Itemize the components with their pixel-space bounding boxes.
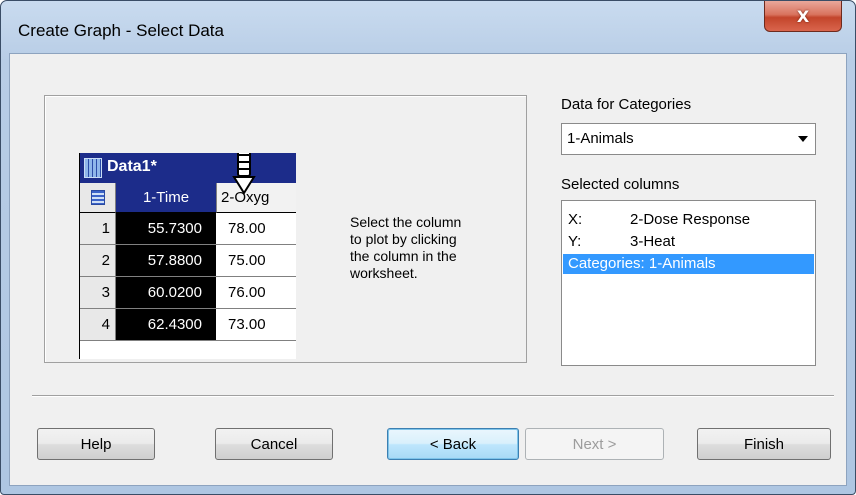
column-select-cursor-icon: [232, 153, 256, 195]
row-number: 1: [80, 213, 116, 244]
back-button[interactable]: < Back: [387, 428, 519, 460]
row-number: 4: [80, 309, 116, 340]
cell-oxygen: 78.00: [216, 213, 296, 244]
cell-time: 60.0200: [116, 277, 216, 308]
dialog-body: Data1* 1-Time 2-Oxyg 1 55.7300 78.00 2 5…: [9, 53, 847, 486]
column-header-time: 1-Time: [116, 183, 216, 213]
cell-time: 57.8800: [116, 245, 216, 276]
worksheet-corner: [80, 183, 116, 213]
worksheet-row: 4 62.4300 73.00: [80, 309, 296, 341]
worksheet-icon: [84, 158, 102, 178]
worksheet-row: 1 55.7300 78.00: [80, 213, 296, 245]
window-title: Create Graph - Select Data: [18, 21, 224, 40]
categories-dropdown[interactable]: 1-Animals: [561, 123, 816, 155]
help-button[interactable]: Help: [37, 428, 155, 460]
list-item[interactable]: Y: 3-Heat: [563, 232, 814, 252]
list-item-selected[interactable]: Categories: 1-Animals: [563, 254, 814, 274]
instruction-text: Select the column to plot by clicking th…: [350, 214, 462, 281]
close-button[interactable]: X: [764, 1, 842, 32]
worksheet-title-bar: Data1*: [80, 153, 296, 183]
categories-label: Data for Categories: [561, 96, 692, 113]
next-button[interactable]: Next >: [525, 428, 664, 460]
cell-time: 62.4300: [116, 309, 216, 340]
list-item[interactable]: X: 2-Dose Response: [563, 210, 814, 230]
chevron-down-icon[interactable]: [798, 136, 808, 142]
list-item-key: Y:: [568, 233, 582, 250]
cell-oxygen: 76.00: [216, 277, 296, 308]
cell-time: 55.7300: [116, 213, 216, 244]
cell-oxygen: 73.00: [216, 309, 296, 340]
row-number: 2: [80, 245, 116, 276]
dialog-window: Create Graph - Select Data X Data1* 1-Ti…: [0, 0, 856, 495]
categories-selected-value: 1-Animals: [567, 130, 634, 147]
title-bar[interactable]: Create Graph - Select Data X: [1, 1, 855, 53]
list-item-value: 3-Heat: [630, 233, 676, 250]
list-item-value: Categories: 1-Animals: [568, 255, 716, 272]
cell-oxygen: 75.00: [216, 245, 296, 276]
close-icon: X: [796, 6, 810, 26]
separator: [32, 395, 834, 397]
worksheet-row: 2 57.8800 75.00: [80, 245, 296, 277]
list-item-value: 2-Dose Response: [630, 211, 751, 228]
selected-columns-label: Selected columns: [561, 176, 680, 193]
finish-button[interactable]: Finish: [697, 428, 831, 460]
worksheet-row: 3 60.0200 76.00: [80, 277, 296, 309]
list-item-key: X:: [568, 211, 583, 228]
selected-columns-list[interactable]: X: 2-Dose Response Y: 3-Heat Categories: 1…: [561, 200, 816, 366]
instruction-illustration-panel: Data1* 1-Time 2-Oxyg 1 55.7300 78.00 2 5…: [44, 95, 527, 363]
worksheet-illustration: Data1* 1-Time 2-Oxyg 1 55.7300 78.00 2 5…: [79, 153, 296, 359]
row-number: 3: [80, 277, 116, 308]
cancel-button[interactable]: Cancel: [215, 428, 333, 460]
worksheet-corner-icon: [90, 190, 105, 205]
worksheet-title: Data1*: [107, 158, 157, 175]
